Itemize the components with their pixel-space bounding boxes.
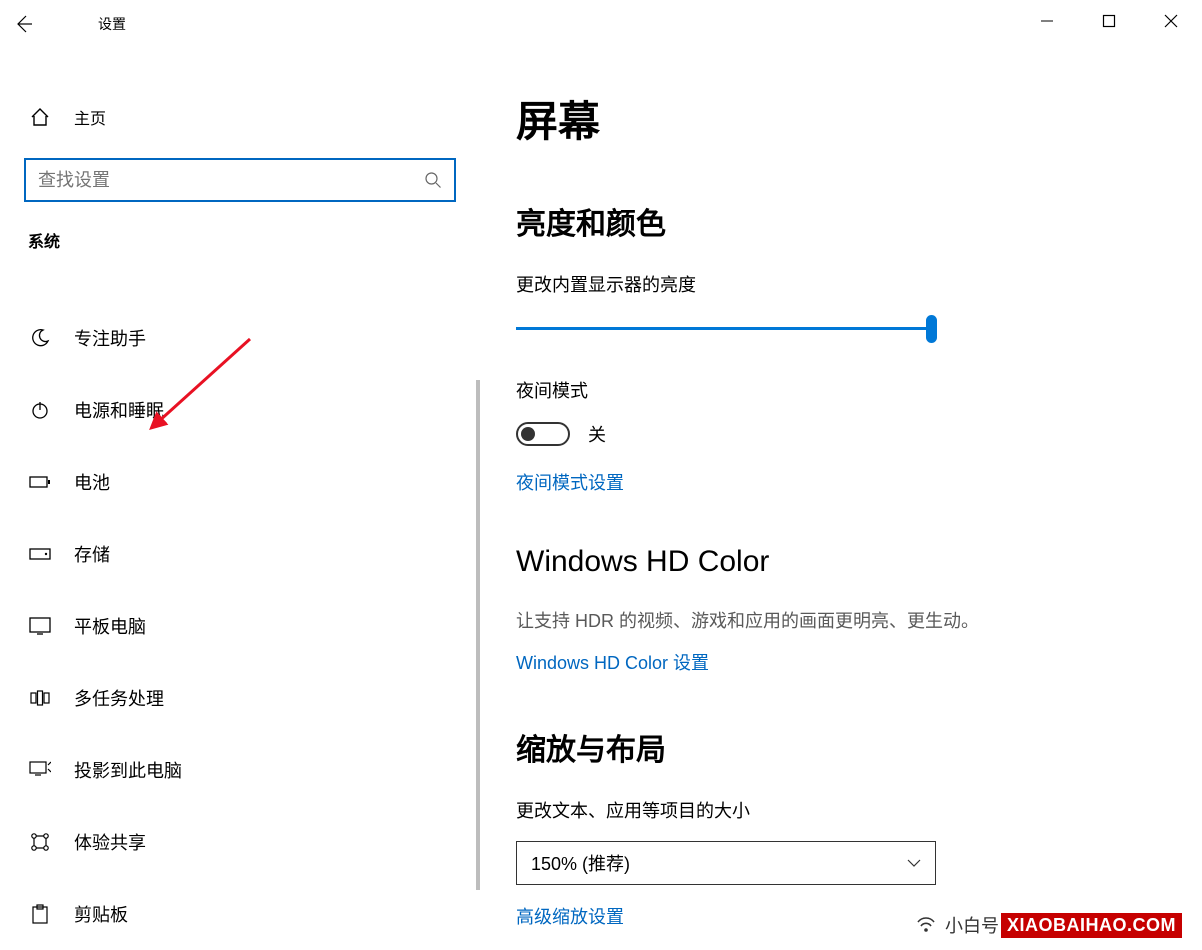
search-icon — [424, 171, 442, 189]
content-pane: 屏幕 亮度和颜色 更改内置显示器的亮度 夜间模式 关 夜间模式设置 Window… — [480, 48, 1202, 950]
toggle-knob — [521, 427, 535, 441]
maximize-button[interactable] — [1078, 0, 1140, 42]
sidebar-item-label: 电池 — [74, 469, 110, 495]
sidebar-scrollbar[interactable] — [476, 380, 480, 890]
section-brightness: 亮度和颜色 — [516, 199, 1162, 243]
project-icon — [28, 761, 52, 779]
sidebar-item-shared-exp[interactable]: 体验共享 — [0, 806, 480, 878]
search-input-wrap[interactable] — [24, 158, 456, 202]
watermark-brand: 小白号 — [943, 912, 1001, 938]
home-icon — [28, 106, 52, 128]
storage-icon — [28, 548, 52, 560]
sidebar-item-label: 平板电脑 — [74, 613, 146, 639]
night-mode-label: 夜间模式 — [516, 377, 1162, 403]
section-scale: 缩放与布局 — [516, 725, 1162, 769]
minimize-button[interactable] — [1016, 0, 1078, 42]
section-hd-color: Windows HD Color — [516, 545, 1162, 579]
window-title: 设置 — [98, 14, 126, 34]
brightness-label: 更改内置显示器的亮度 — [516, 271, 1162, 297]
scale-label: 更改文本、应用等项目的大小 — [516, 797, 1162, 823]
sidebar-item-power-sleep[interactable]: 电源和睡眠 — [0, 374, 480, 446]
sidebar-item-focus-assist[interactable]: 专注助手 — [0, 302, 480, 374]
page-title: 屏幕 — [516, 88, 1162, 149]
chevron-down-icon — [907, 859, 921, 867]
sidebar-item-clipboard[interactable]: 剪贴板 — [0, 878, 480, 950]
power-icon — [28, 400, 52, 420]
scale-value: 150% (推荐) — [531, 850, 630, 876]
sidebar-item-label: 多任务处理 — [74, 685, 164, 711]
sidebar-item-label: 剪贴板 — [74, 901, 128, 927]
hd-color-desc: 让支持 HDR 的视频、游戏和应用的画面更明亮、更生动。 — [516, 607, 1162, 633]
slider-track — [516, 327, 936, 330]
sidebar-home[interactable]: 主页 — [0, 88, 480, 146]
sidebar-item-label: 电源和睡眠 — [74, 397, 164, 423]
close-button[interactable] — [1140, 0, 1202, 42]
night-mode-settings-link[interactable]: 夜间模式设置 — [516, 469, 624, 495]
sidebar-item-projecting[interactable]: 投影到此电脑 — [0, 734, 480, 806]
night-mode-toggle[interactable] — [516, 422, 570, 446]
scale-select[interactable]: 150% (推荐) — [516, 841, 936, 885]
sidebar-home-label: 主页 — [74, 105, 106, 129]
sidebar: 主页 系统 专注助手 电源和睡眠 电池 — [0, 48, 480, 950]
brightness-slider[interactable] — [516, 315, 936, 343]
wifi-icon — [915, 916, 937, 934]
watermark-badge: 小白号 XIAOBAIHAO.COM — [915, 912, 1182, 938]
slider-thumb[interactable] — [926, 315, 937, 343]
sidebar-category: 系统 — [0, 228, 480, 252]
clipboard-icon — [28, 904, 52, 924]
sidebar-item-label: 存储 — [74, 541, 110, 567]
sidebar-item-tablet[interactable]: 平板电脑 — [0, 590, 480, 662]
sidebar-item-label: 投影到此电脑 — [74, 757, 182, 783]
sidebar-item-storage[interactable]: 存储 — [0, 518, 480, 590]
tablet-icon — [28, 617, 52, 635]
hd-color-settings-link[interactable]: Windows HD Color 设置 — [516, 649, 709, 675]
advanced-scale-link[interactable]: 高级缩放设置 — [516, 903, 624, 929]
share-icon — [28, 832, 52, 852]
sidebar-item-label: 专注助手 — [74, 325, 146, 351]
sidebar-item-multitask[interactable]: 多任务处理 — [0, 662, 480, 734]
night-mode-state: 关 — [588, 421, 606, 447]
back-button[interactable] — [0, 0, 48, 48]
sidebar-item-label: 体验共享 — [74, 829, 146, 855]
multitask-icon — [28, 688, 52, 708]
search-input[interactable] — [38, 170, 424, 191]
battery-icon — [28, 475, 52, 489]
moon-icon — [28, 328, 52, 348]
sidebar-item-battery[interactable]: 电池 — [0, 446, 480, 518]
watermark-url: XIAOBAIHAO.COM — [1001, 913, 1182, 938]
